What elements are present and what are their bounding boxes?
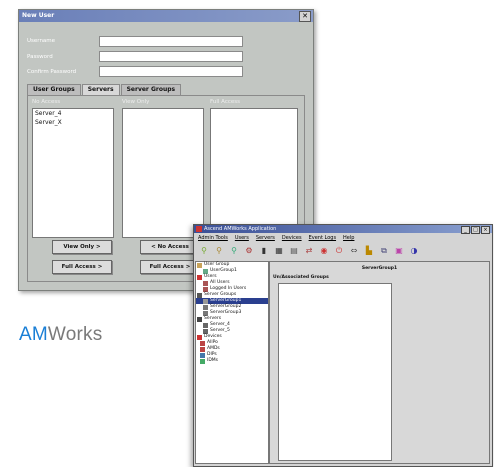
minimize-icon[interactable]: _ [461, 226, 470, 234]
tab-server-groups[interactable]: Server Groups [120, 84, 182, 95]
toolbar: ⚲ ⚲ ⚲ ⚙ ▮ ▦ ▤ ⇄ ◉ ⏻ ⇔ ▙ ⧉ ▣ ◑ [194, 245, 420, 257]
device-icon [200, 358, 205, 364]
app-title: Ascend AMWorks Application [194, 225, 492, 233]
server-group-icon [203, 298, 208, 304]
dialog-title: New User [19, 10, 313, 22]
list-item[interactable]: Server_4 [33, 109, 113, 118]
full-access-right-button[interactable]: Full Access > [140, 260, 200, 274]
password-field[interactable] [99, 51, 243, 62]
menu-help[interactable]: Help [343, 234, 354, 243]
group-icon [203, 268, 208, 274]
server-group-icon [203, 310, 208, 316]
associated-groups-label: Un/Associated Groups [273, 275, 329, 280]
window-controls: _ □ × [461, 226, 490, 234]
full-access-header: Full Access [210, 99, 240, 105]
associated-groups-list[interactable] [278, 283, 392, 461]
menu-bar: Admin Tools Users Servers Devices Event … [194, 234, 488, 243]
monitor-icon[interactable]: ▣ [393, 245, 405, 257]
menu-servers[interactable]: Servers [256, 234, 275, 243]
user-icon [203, 280, 208, 286]
app-logo-icon [196, 226, 202, 232]
full-access-left-button[interactable]: Full Access > [52, 260, 112, 274]
app-window: Ascend AMWorks Application _ □ × Admin T… [193, 224, 493, 467]
copy-icon[interactable]: ⧉ [378, 245, 390, 257]
device-icon [200, 352, 205, 358]
list-item[interactable]: Server_X [33, 118, 113, 127]
users-icon [197, 274, 202, 280]
close-button[interactable]: ✕ [299, 11, 311, 22]
server-group-icon[interactable]: ▦ [273, 245, 285, 257]
users-icon[interactable]: ⚲ [228, 245, 240, 257]
device-icon[interactable]: ⇄ [303, 245, 315, 257]
menu-admin-tools[interactable]: Admin Tools [198, 234, 228, 243]
folder-icon [197, 262, 202, 268]
user-icon [203, 286, 208, 292]
device-icon [200, 346, 205, 352]
username-field[interactable] [99, 36, 243, 47]
server-group-icon [197, 292, 202, 298]
logo-am: AM [19, 324, 48, 345]
tree-item-idms[interactable]: IDMs [196, 358, 268, 364]
tab-bar: User Groups Servers Server Groups [27, 84, 182, 95]
amworks-logo: AMWorks [19, 324, 102, 346]
view-only-button[interactable]: View Only > [52, 240, 112, 254]
help-icon[interactable]: ◑ [408, 245, 420, 257]
detail-pane: ServerGroup1 Un/Associated Groups [269, 261, 490, 464]
menu-event-logs[interactable]: Event Logs [309, 234, 336, 243]
folder-icon[interactable]: ▙ [363, 245, 375, 257]
network-icon[interactable]: ▤ [288, 245, 300, 257]
new-group-icon[interactable]: ⚲ [213, 245, 225, 257]
settings-icon[interactable]: ⚙ [243, 245, 255, 257]
device-icon [200, 340, 205, 346]
username-label: Username [27, 38, 56, 44]
view-only-list[interactable] [122, 108, 204, 238]
alert-icon[interactable]: ◉ [318, 245, 330, 257]
no-access-list[interactable]: Server_4 Server_X [32, 108, 114, 238]
full-access-list[interactable] [210, 108, 298, 238]
close-icon[interactable]: × [481, 226, 490, 234]
no-access-button[interactable]: < No Access [140, 240, 200, 254]
logo-works: Works [47, 324, 103, 345]
confirm-password-label: Confirm Password [27, 69, 77, 75]
view-only-header: View Only [122, 99, 150, 105]
navigation-tree[interactable]: User Group UserGroup1 Users All Users Lo… [195, 261, 269, 464]
device-icon [197, 334, 202, 340]
tab-user-groups[interactable]: User Groups [27, 84, 81, 95]
server-icon [197, 316, 202, 322]
no-access-header: No Access [32, 99, 61, 105]
server-icon [203, 328, 208, 334]
detail-title: ServerGroup1 [361, 266, 398, 271]
link-icon[interactable]: ⇔ [348, 245, 360, 257]
power-icon[interactable]: ⏻ [333, 245, 345, 257]
tab-servers[interactable]: Servers [81, 84, 120, 95]
password-label: Password [27, 54, 53, 60]
confirm-password-field[interactable] [99, 66, 243, 77]
server-group-icon [203, 304, 208, 310]
maximize-icon[interactable]: □ [471, 226, 480, 234]
server-icon [203, 322, 208, 328]
new-user-icon[interactable]: ⚲ [198, 245, 210, 257]
menu-devices[interactable]: Devices [282, 234, 302, 243]
tree-label: IDMs [207, 358, 219, 363]
server-icon[interactable]: ▮ [258, 245, 270, 257]
menu-users[interactable]: Users [235, 234, 249, 243]
